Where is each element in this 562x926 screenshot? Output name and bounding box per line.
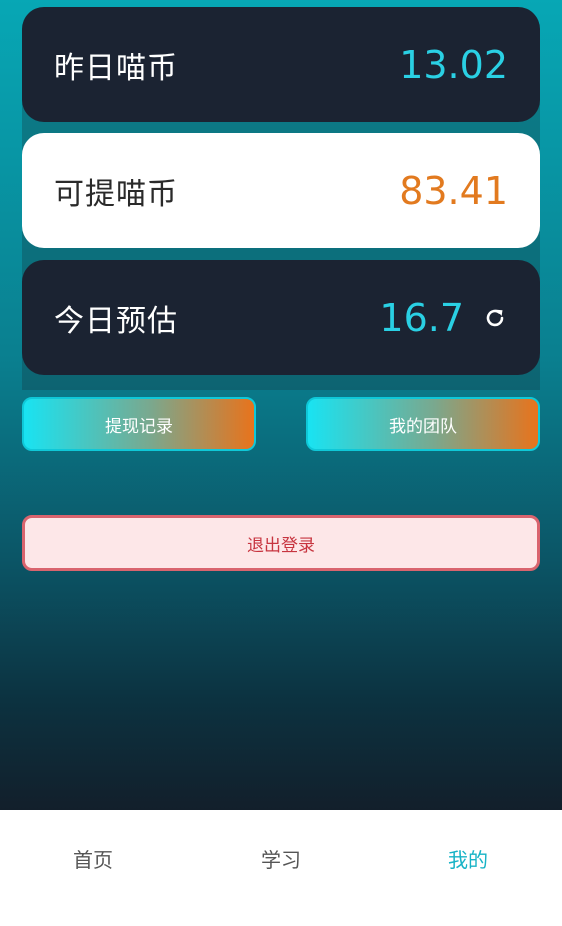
refresh-icon[interactable]	[482, 305, 508, 331]
today-estimate-value: 16.7	[379, 295, 464, 340]
withdraw-records-button[interactable]: 提现记录	[22, 397, 256, 451]
tab-study[interactable]: 学习	[221, 844, 341, 873]
today-estimate-right: 16.7	[379, 296, 508, 340]
logout-button[interactable]: 退出登录	[22, 515, 540, 571]
yesterday-coins-card: 昨日喵币 13.02	[22, 7, 540, 122]
bottom-tab-bar: 首页 学习 我的	[0, 810, 562, 926]
my-team-button[interactable]: 我的团队	[306, 397, 540, 451]
yesterday-coins-value: 13.02	[399, 42, 508, 87]
withdrawable-coins-value: 83.41	[399, 168, 508, 213]
today-estimate-card: 今日预估 16.7	[22, 260, 540, 375]
withdrawable-coins-card: 可提喵币 83.41	[22, 133, 540, 248]
yesterday-coins-label: 昨日喵币	[54, 50, 178, 86]
tab-mine[interactable]: 我的	[408, 844, 528, 873]
tab-home[interactable]: 首页	[33, 844, 153, 873]
withdrawable-coins-label: 可提喵币	[54, 176, 178, 212]
today-estimate-label: 今日预估	[54, 303, 178, 339]
